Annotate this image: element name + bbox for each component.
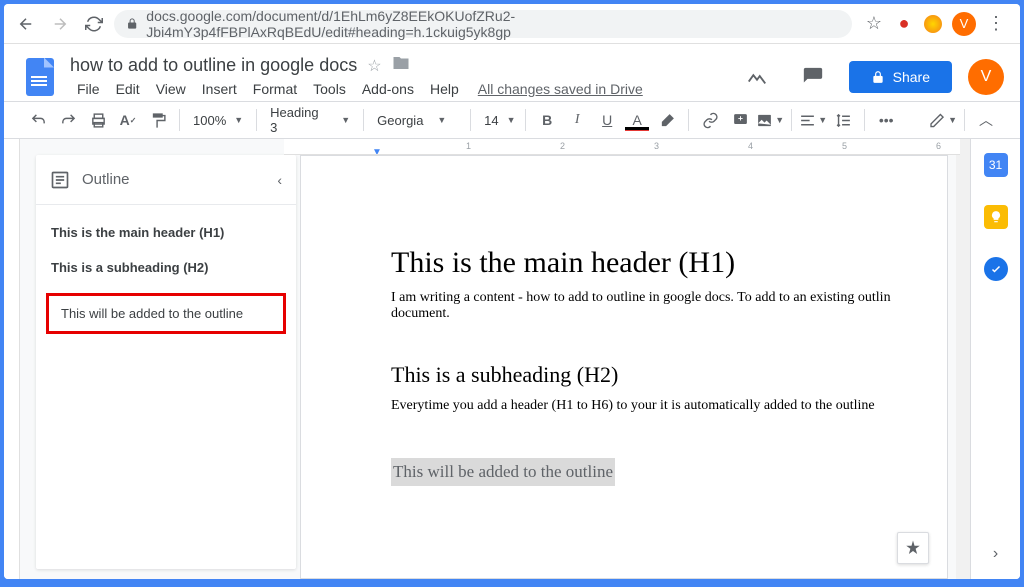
undo-button[interactable]: [24, 106, 52, 134]
bold-button[interactable]: B: [533, 106, 561, 134]
extension-red-icon[interactable]: ●: [894, 14, 914, 34]
italic-button[interactable]: I: [563, 106, 591, 134]
menu-view[interactable]: View: [149, 79, 193, 99]
highlight-button[interactable]: [653, 106, 681, 134]
outline-item[interactable]: This is a subheading (H2): [46, 258, 286, 277]
scrollbar[interactable]: [956, 139, 970, 579]
share-button[interactable]: Share: [849, 61, 952, 93]
format-toolbar: A✓ 100%▼ Heading 3▼ Georgia▼ 14▼ B I U A…: [4, 101, 1020, 139]
forward-button[interactable]: [46, 10, 74, 38]
document-paragraph[interactable]: I am writing a content - how to add to o…: [391, 290, 927, 322]
outline-title: Outline: [82, 171, 265, 188]
collapse-outline-button[interactable]: ‹: [277, 172, 282, 188]
docs-header: how to add to outline in google docs ☆ F…: [4, 44, 1020, 101]
extension-yellow-icon[interactable]: [924, 15, 942, 33]
vertical-ruler: [4, 139, 20, 579]
menu-insert[interactable]: Insert: [195, 79, 244, 99]
editing-mode-button[interactable]: ▼: [929, 106, 957, 134]
print-button[interactable]: [84, 106, 112, 134]
browser-toolbar: docs.google.com/document/d/1EhLm6yZ8EEkO…: [4, 4, 1020, 44]
side-panel-hide-button[interactable]: ›: [993, 545, 998, 563]
link-button[interactable]: [696, 106, 724, 134]
line-spacing-button[interactable]: [829, 106, 857, 134]
outline-item[interactable]: This will be added to the outline: [46, 293, 286, 334]
indent-marker-icon[interactable]: ▼: [372, 147, 382, 155]
account-avatar[interactable]: V: [968, 59, 1004, 95]
spellcheck-button[interactable]: A✓: [114, 106, 142, 134]
collapse-toolbar-button[interactable]: ︿: [972, 106, 1000, 134]
outline-item[interactable]: This is the main header (H1): [46, 223, 286, 242]
redo-button[interactable]: [54, 106, 82, 134]
lock-icon: [871, 70, 885, 84]
back-button[interactable]: [12, 10, 40, 38]
url-text: docs.google.com/document/d/1EhLm6yZ8EEkO…: [146, 8, 840, 40]
text-color-button[interactable]: A: [623, 106, 651, 134]
align-button[interactable]: ▼: [799, 106, 827, 134]
menu-tools[interactable]: Tools: [306, 79, 353, 99]
save-status[interactable]: All changes saved in Drive: [478, 81, 643, 97]
document-canvas[interactable]: This is the main header (H1) I am writin…: [300, 155, 948, 579]
document-heading-1[interactable]: This is the main header (H1): [391, 246, 927, 280]
star-icon[interactable]: ☆: [864, 14, 884, 34]
outline-panel: Outline ‹ This is the main header (H1) T…: [36, 155, 296, 569]
document-heading-2[interactable]: This is a subheading (H2): [391, 362, 927, 388]
address-bar[interactable]: docs.google.com/document/d/1EhLm6yZ8EEkO…: [114, 10, 852, 38]
menu-bar: File Edit View Insert Format Tools Add-o…: [70, 79, 727, 99]
share-label: Share: [893, 69, 930, 85]
menu-file[interactable]: File: [70, 79, 107, 99]
move-folder-icon[interactable]: [392, 54, 410, 77]
docs-logo[interactable]: [20, 57, 60, 97]
menu-format[interactable]: Format: [246, 79, 304, 99]
calendar-addon-icon[interactable]: 31: [984, 153, 1008, 177]
style-select[interactable]: Heading 3▼: [264, 105, 356, 135]
svg-text:+: +: [738, 113, 743, 123]
browser-profile-avatar[interactable]: V: [952, 12, 976, 36]
browser-menu-icon[interactable]: ⋮: [986, 14, 1006, 34]
star-document-icon[interactable]: ☆: [367, 56, 381, 76]
menu-edit[interactable]: Edit: [109, 79, 147, 99]
fontsize-select[interactable]: 14▼: [478, 113, 518, 128]
document-paragraph[interactable]: Everytime you add a header (H1 to H6) to…: [391, 398, 927, 414]
underline-button[interactable]: U: [593, 106, 621, 134]
paint-format-button[interactable]: [144, 106, 172, 134]
more-button[interactable]: •••: [872, 106, 900, 134]
menu-addons[interactable]: Add-ons: [355, 79, 421, 99]
reload-button[interactable]: [80, 10, 108, 38]
explore-button[interactable]: [897, 532, 929, 564]
side-panel: 31 ›: [970, 139, 1020, 579]
outline-icon: [50, 170, 70, 190]
document-heading-3[interactable]: This will be added to the outline: [391, 458, 615, 486]
font-select[interactable]: Georgia▼: [371, 113, 463, 128]
document-title[interactable]: how to add to outline in google docs: [70, 55, 357, 76]
comments-icon[interactable]: [793, 57, 833, 97]
horizontal-ruler: ▼ 1 2 3 4 5 6: [284, 139, 960, 155]
image-button[interactable]: ▼: [756, 106, 784, 134]
tasks-addon-icon[interactable]: [984, 257, 1008, 281]
activity-dashboard-icon[interactable]: [737, 57, 777, 97]
lock-icon: [126, 17, 138, 30]
zoom-select[interactable]: 100%▼: [187, 113, 249, 128]
keep-addon-icon[interactable]: [984, 205, 1008, 229]
comment-button[interactable]: +: [726, 106, 754, 134]
menu-help[interactable]: Help: [423, 79, 466, 99]
